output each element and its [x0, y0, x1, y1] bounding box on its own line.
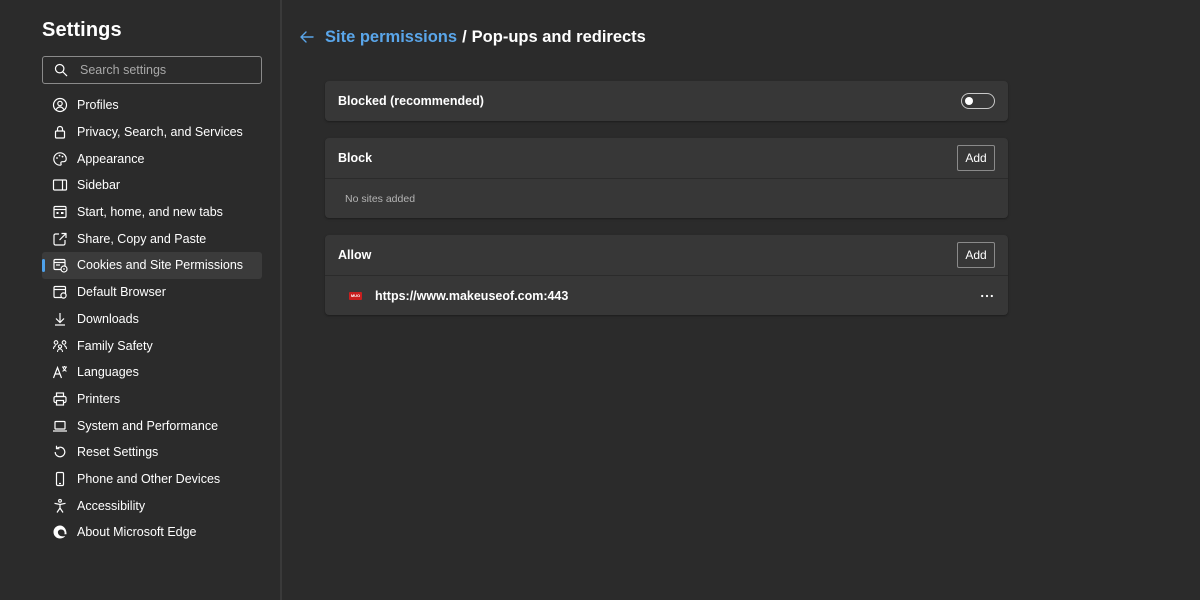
sidebar-item-profiles[interactable]: Profiles: [42, 92, 262, 119]
settings-sidebar: Settings Profiles Privacy, Search, and S…: [0, 0, 282, 600]
sidebar-title: Settings: [42, 19, 122, 41]
sidebar-item-languages[interactable]: Languages: [42, 359, 262, 386]
page-title: Pop-ups and redirects: [471, 27, 646, 46]
sidebar-item-phone[interactable]: Phone and Other Devices: [42, 466, 262, 493]
back-arrow-icon[interactable]: [298, 28, 316, 46]
sidebar-item-label: Profiles: [77, 98, 119, 113]
download-icon: [52, 311, 68, 327]
cookies-icon: [52, 257, 68, 274]
sidebar-item-label: Default Browser: [77, 285, 166, 300]
blocked-setting-label: Blocked (recommended): [338, 94, 484, 108]
sidebar-item-label: Sidebar: [77, 178, 121, 193]
sidebar-item-sidebar[interactable]: Sidebar: [42, 172, 262, 199]
sidebar-item-appearance[interactable]: Appearance: [42, 145, 262, 172]
breadcrumb-separator: /: [462, 27, 467, 46]
sidebar-item-reset[interactable]: Reset Settings: [42, 439, 262, 466]
sidebar-item-label: Cookies and Site Permissions: [77, 258, 244, 273]
toggle-knob: [965, 97, 973, 105]
blocked-setting-row: Blocked (recommended): [325, 81, 1008, 121]
share-icon: [52, 231, 68, 247]
sidebar-icon: [52, 177, 68, 193]
sidebar-item-start-home[interactable]: Start, home, and new tabs: [42, 199, 262, 226]
search-input[interactable]: [80, 63, 250, 77]
sidebar-item-label: Downloads: [77, 311, 139, 326]
sidebar-item-family-safety[interactable]: Family Safety: [42, 332, 262, 359]
reset-icon: [52, 444, 68, 460]
accessibility-icon: [52, 498, 68, 514]
more-options-icon[interactable]: ···: [979, 291, 995, 301]
block-add-button[interactable]: Add: [957, 145, 995, 171]
block-empty-text: No sites added: [345, 192, 416, 205]
phone-icon: [52, 471, 68, 487]
sidebar-item-label: About Microsoft Edge: [77, 525, 197, 540]
breadcrumb: Site permissions / Pop-ups and redirects: [298, 26, 646, 48]
sidebar-item-label: Phone and Other Devices: [77, 471, 221, 486]
printer-icon: [52, 391, 68, 407]
sidebar-item-label: System and Performance: [77, 418, 219, 433]
block-section-card: Block Add No sites added: [325, 138, 1008, 218]
sidebar-item-cookies[interactable]: Cookies and Site Permissions: [42, 252, 262, 279]
blocked-setting-card: Blocked (recommended): [325, 81, 1008, 121]
sidebar-item-privacy[interactable]: Privacy, Search, and Services: [42, 119, 262, 146]
sidebar-item-downloads[interactable]: Downloads: [42, 306, 262, 333]
site-entry: MUO https://www.makeuseof.com:443: [338, 289, 568, 303]
block-section-title: Block: [338, 151, 373, 165]
allow-section-card: Allow Add MUO https://www.makeuseof.com:…: [325, 235, 1008, 315]
sidebar-item-label: Languages: [77, 365, 139, 380]
site-url: https://www.makeuseof.com:443: [375, 288, 569, 303]
allow-section-title: Allow: [338, 248, 372, 262]
favicon-text: MUO: [350, 292, 361, 298]
block-empty-row: No sites added: [325, 178, 1008, 218]
sidebar-item-about[interactable]: About Microsoft Edge: [42, 519, 262, 546]
block-section-header: Block Add: [325, 138, 1008, 178]
language-icon: [52, 364, 68, 380]
blocked-toggle[interactable]: [961, 93, 995, 109]
sidebar-item-system[interactable]: System and Performance: [42, 412, 262, 439]
home-tabs-icon: [52, 204, 68, 220]
sidebar-item-printers[interactable]: Printers: [42, 386, 262, 413]
allow-add-button[interactable]: Add: [957, 242, 995, 268]
browser-icon: [52, 284, 68, 300]
family-icon: [52, 338, 68, 354]
edge-logo-icon: [52, 524, 68, 540]
laptop-icon: [52, 418, 68, 434]
sidebar-item-label: Family Safety: [77, 338, 153, 353]
breadcrumb-link-site-permissions[interactable]: Site permissions: [325, 28, 457, 47]
sidebar-nav: Profiles Privacy, Search, and Services A…: [42, 92, 262, 546]
profile-icon: [52, 97, 68, 113]
sidebar-item-label: Reset Settings: [77, 445, 159, 460]
sidebar-item-label: Privacy, Search, and Services: [77, 125, 243, 140]
palette-icon: [52, 151, 68, 167]
sidebar-item-label: Printers: [77, 391, 121, 406]
lock-icon: [52, 124, 68, 140]
site-favicon-icon: MUO: [349, 291, 362, 300]
sidebar-item-label: Start, home, and new tabs: [77, 205, 223, 220]
sidebar-item-default-browser[interactable]: Default Browser: [42, 279, 262, 306]
allow-site-row: MUO https://www.makeuseof.com:443 ···: [325, 275, 1008, 315]
sidebar-item-label: Share, Copy and Paste: [77, 231, 207, 246]
sidebar-item-share[interactable]: Share, Copy and Paste: [42, 225, 262, 252]
sidebar-item-label: Appearance: [77, 151, 145, 166]
allow-section-header: Allow Add: [325, 235, 1008, 275]
search-icon: [54, 63, 68, 77]
search-box[interactable]: [42, 56, 262, 84]
sidebar-item-accessibility[interactable]: Accessibility: [42, 492, 262, 519]
sidebar-item-label: Accessibility: [77, 498, 146, 513]
